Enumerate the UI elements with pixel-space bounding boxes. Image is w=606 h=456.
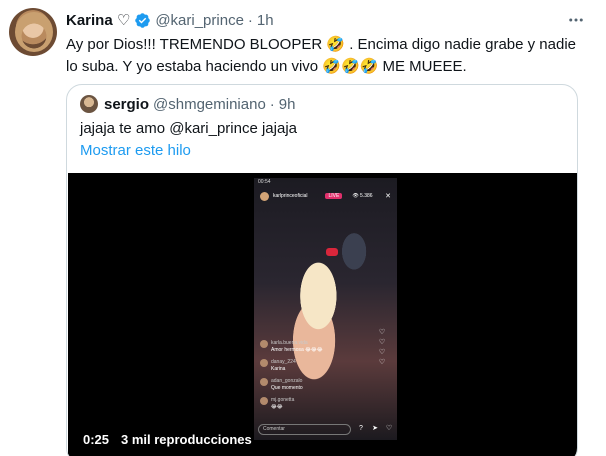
comment-input: Comentar [258, 423, 351, 435]
comment-user: mj.gonetta [271, 397, 295, 403]
verified-badge-icon [134, 12, 151, 29]
share-icon: ➤ [372, 425, 378, 432]
live-bottom-bar: Comentar ? ➤ ♡ [258, 422, 393, 436]
tweet-text-line1: Ay por Dios!!! TREMENDO BLOOPER 🤣 . Enci… [66, 36, 577, 53]
close-icon: ✕ [385, 193, 391, 200]
tweet-header: Karina ♡ @kari_prince · 1h [66, 10, 274, 30]
avatar [260, 378, 268, 386]
microphone [326, 248, 338, 256]
video-views: 3 mil reproducciones [121, 432, 252, 447]
video-frame: 00:54 karlprinceoficial LIVE 👁 5.386 ✕ k… [254, 178, 397, 440]
comment-user: karla.buena.vida [271, 340, 308, 346]
tweet-text-line2: lo suba. Y yo estaba haciendo un vivo 🤣🤣… [66, 58, 467, 75]
heart-icon: ♡ ♡ ♡ ♡ [378, 329, 386, 366]
phone-status-time: 00:54 [258, 179, 271, 185]
live-top-bar: karlprinceoficial LIVE 👁 5.386 ✕ [260, 190, 391, 202]
comment-text: Que momento [271, 385, 303, 391]
live-username: karlprinceoficial [273, 193, 308, 199]
separator-dot: · [247, 11, 253, 29]
live-avatar [260, 191, 269, 201]
list-item: mj.gonetta 😂😂 [260, 397, 355, 411]
list-item: adan_gonzalo Que momento [260, 378, 355, 392]
live-badge: LIVE [325, 193, 343, 199]
avatar [260, 359, 268, 367]
tweet-text: Ay por Dios!!! TREMENDO BLOOPER 🤣 . Enci… [66, 34, 586, 78]
list-item: karla.buena.vida Amor hermosa 😂😂😂 [260, 340, 355, 354]
video-player[interactable]: 00:54 karlprinceoficial LIVE 👁 5.386 ✕ k… [68, 173, 577, 456]
comment-text: Karina [271, 366, 286, 372]
author-name[interactable]: Karina ♡ [66, 11, 130, 29]
quote-text: jajaja te amo @kari_prince jajaja [80, 120, 298, 137]
quoted-tweet[interactable]: sergio @shmgeminiano · 9h jajaja te amo … [66, 84, 578, 456]
tweet[interactable]: Karina ♡ @kari_prince · 1h Ay por Dios!!… [0, 0, 606, 456]
heart-outline-icon: ♡ [385, 425, 393, 432]
quote-header: sergio @shmgeminiano · 9h [80, 94, 295, 114]
tweet-time[interactable]: 1h [257, 12, 274, 29]
quote-separator-dot: · [269, 95, 275, 113]
avatar [260, 397, 268, 405]
quote-author-name[interactable]: sergio [104, 96, 149, 113]
live-comments: karla.buena.vida Amor hermosa 😂😂😂 danay_2… [260, 340, 355, 416]
avatar[interactable] [9, 8, 57, 56]
video-time: 0:25 [83, 432, 110, 447]
comment-user: danay_224 [271, 359, 296, 365]
show-thread-link[interactable]: Mostrar este hilo [80, 141, 191, 161]
comment-text: 😂😂 [271, 404, 283, 410]
avatar [260, 340, 268, 348]
comment-user: adan_gonzalo [271, 378, 303, 384]
author-handle[interactable]: @kari_prince [155, 12, 244, 29]
question-icon: ? [359, 425, 363, 432]
more-horizontal-icon[interactable] [566, 10, 586, 30]
comment-text: Amor hermosa 😂😂😂 [271, 347, 323, 353]
list-item: danay_224 Karina [260, 359, 355, 373]
live-viewers: 👁 5.386 [352, 193, 373, 199]
quote-author-handle[interactable]: @shmgeminiano [153, 96, 266, 113]
quote-time[interactable]: 9h [279, 96, 296, 113]
quote-avatar[interactable] [80, 95, 98, 113]
